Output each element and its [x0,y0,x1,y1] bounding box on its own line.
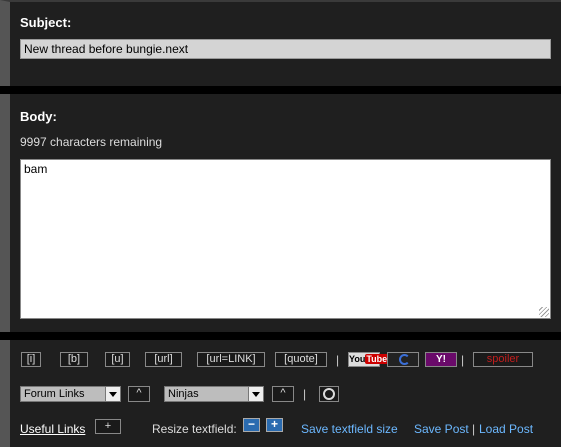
forum-links-insert-button[interactable]: ^ [128,386,150,402]
characters-remaining: 9997 characters remaining [20,135,163,149]
shrink-textfield-button[interactable]: − [243,418,260,432]
youtube-button[interactable]: YouTube [348,352,389,367]
grow-textfield-button[interactable]: + [266,418,283,432]
google-button[interactable] [387,352,419,367]
underline-button[interactable]: [u] [105,352,130,367]
chevron-down-icon [105,387,120,401]
ninjas-select[interactable]: Ninjas [164,386,264,402]
save-textfield-size-link[interactable]: Save textfield size [301,422,398,436]
separator: | [336,353,340,367]
bold-button[interactable]: [b] [60,352,88,367]
useful-links-link[interactable]: Useful Links [20,422,85,436]
ninjas-select-value: Ninjas [168,388,199,400]
subject-panel: Subject: [0,0,561,86]
spoiler-button[interactable]: spoiler [473,352,533,367]
google-icon [399,354,410,365]
italic-button[interactable]: [i] [21,352,41,367]
link-separator: | [472,422,476,436]
youtube-tube-text: Tube [365,354,389,364]
yahoo-button[interactable]: Y! [425,352,457,367]
body-panel: Body: 9997 characters remaining bam [0,94,561,332]
chevron-down-icon [248,387,263,401]
subject-input[interactable] [20,39,551,59]
load-post-link[interactable]: Load Post [479,422,533,436]
url-button[interactable]: [url] [145,352,182,367]
resize-grip-icon[interactable] [539,307,549,317]
subject-label: Subject: [20,15,72,30]
quote-button[interactable]: [quote] [275,352,327,367]
toolbar-panel: [i] [b] [u] [url] [url=LINK] [quote] | Y… [0,340,561,447]
circle-icon [323,388,335,400]
forum-links-select[interactable]: Forum Links [20,386,121,402]
save-post-link[interactable]: Save Post [414,422,469,436]
youtube-you-text: You [349,354,366,364]
forum-links-select-value: Forum Links [24,388,85,400]
body-textarea[interactable]: bam [20,159,551,319]
separator: | [461,353,465,367]
resize-textfield-label: Resize textfield: [152,422,237,436]
url-link-button[interactable]: [url=LINK] [197,352,265,367]
useful-links-add-button[interactable]: + [95,419,121,434]
body-label: Body: [20,109,57,124]
separator: | [303,387,307,401]
emoticon-button[interactable] [319,386,339,402]
ninjas-insert-button[interactable]: ^ [272,386,294,402]
